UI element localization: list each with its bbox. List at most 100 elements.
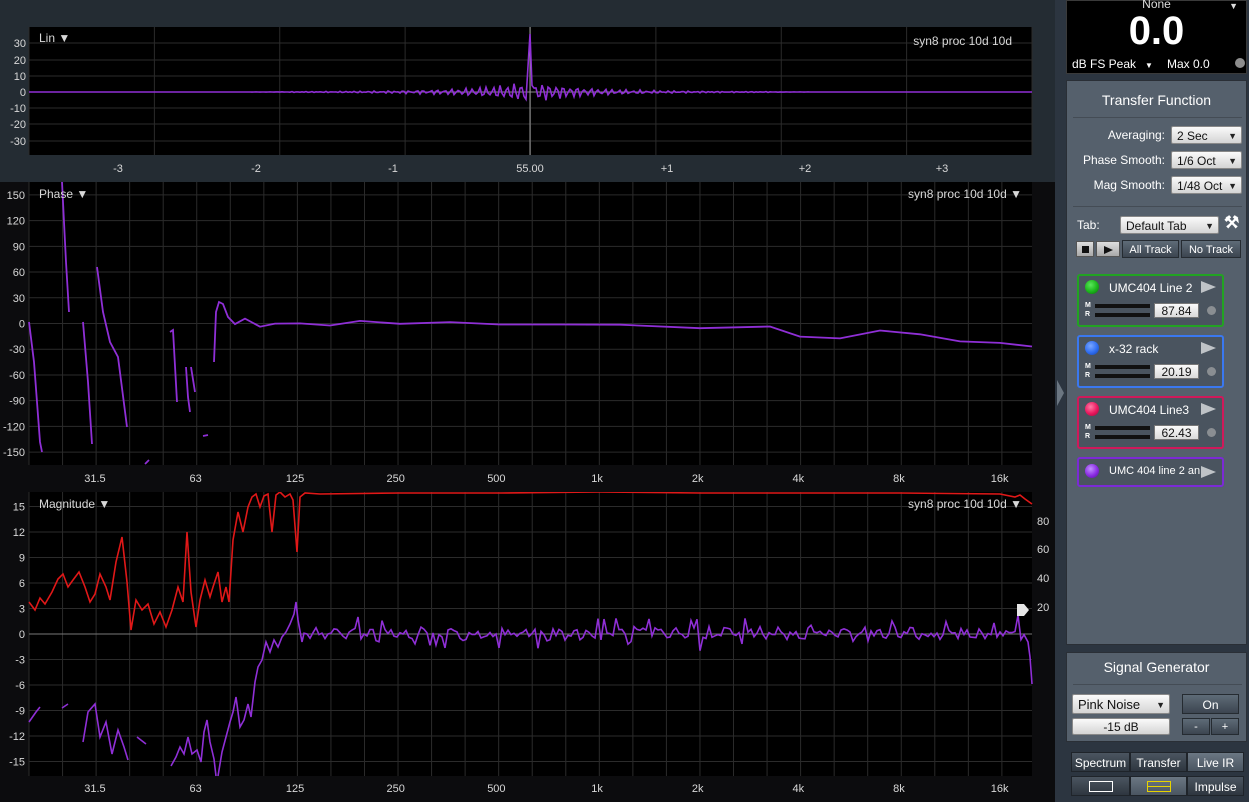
impulse-x-tick: -3 — [113, 163, 123, 175]
meter-mode-arrow-icon[interactable]: ▼ — [1145, 61, 1153, 70]
impulse-scale-label[interactable]: Lin ▼ — [39, 31, 70, 45]
play-button[interactable] — [1096, 241, 1120, 257]
play-icon[interactable] — [1201, 466, 1216, 478]
tab-label: Tab: — [1077, 218, 1100, 232]
signal-generator-title: Signal Generator — [1103, 659, 1210, 675]
phase-y-tick: 0 — [19, 319, 25, 331]
level-minus-button[interactable]: - — [1182, 718, 1210, 735]
track-color-indicator[interactable] — [1085, 402, 1099, 416]
phase-x-tick: 125 — [286, 473, 304, 485]
phase-smooth-value: 1/6 Oct — [1177, 154, 1216, 168]
magnitude-y-tick: 12 — [13, 527, 25, 539]
chevron-down-icon: ▼ — [1228, 156, 1237, 166]
track-name[interactable]: UMC404 Line3 — [1109, 403, 1189, 417]
track-delay-value[interactable]: 87.84 — [1154, 303, 1199, 318]
meter-m-label: M — [1085, 424, 1091, 431]
meter-r-label: R — [1085, 372, 1091, 379]
layout-single-button[interactable] — [1071, 776, 1130, 796]
tools-icon[interactable]: ⚒ — [1224, 213, 1239, 233]
impulse-x-tick: +3 — [936, 163, 949, 175]
phase-x-tick: 500 — [487, 473, 505, 485]
tab-live-ir[interactable]: Live IR — [1187, 752, 1244, 772]
coherence-y-tick: 20 — [1037, 602, 1049, 614]
magnitude-x-tick: 1k — [591, 783, 603, 795]
all-track-button[interactable]: All Track — [1122, 240, 1179, 258]
impulse-y-tick: 0 — [20, 87, 26, 99]
track-delay-value[interactable]: 20.19 — [1154, 364, 1199, 379]
generator-level-field[interactable]: -15 dB — [1072, 718, 1170, 735]
track-meter-r — [1095, 435, 1150, 439]
chevron-down-icon: ▼ — [1228, 181, 1237, 191]
magnitude-y-tick: 15 — [13, 501, 25, 513]
magnitude-x-tick: 16k — [991, 783, 1009, 795]
phase-graph[interactable]: 150 120 90 60 30 0 -30 -60 -90 -120 -150 31.5 63 125… — [0, 182, 1055, 492]
play-icon[interactable] — [1201, 403, 1216, 415]
tab-dropdown[interactable]: Default Tab ▼ — [1120, 216, 1219, 234]
track-led[interactable] — [1207, 367, 1216, 376]
phase-x-tick: 250 — [387, 473, 405, 485]
signal-type-dropdown[interactable]: Pink Noise ▼ — [1072, 694, 1170, 714]
impulse-x-tick: +2 — [799, 163, 812, 175]
tab-spectrum[interactable]: Spectrum — [1071, 752, 1130, 772]
transfer-function-title: Transfer Function — [1101, 92, 1212, 108]
meter-m-label: M — [1085, 363, 1091, 370]
sidebar-collapse-handle[interactable] — [1057, 380, 1065, 410]
track-item[interactable]: UMC404 Line 2 M R 87.84 — [1077, 274, 1224, 327]
magnitude-y-tick: -15 — [9, 757, 25, 769]
signal-generator-panel: Signal Generator Pink Noise ▼ On -15 dB -… — [1066, 652, 1247, 742]
meter-led — [1235, 58, 1245, 68]
play-icon — [1103, 246, 1113, 254]
mag-smooth-value: 1/48 Oct — [1177, 179, 1223, 193]
impulse-y-tick: -10 — [10, 103, 26, 115]
magnitude-graph[interactable]: 15129630-3-6-9-12-15 80604020 31.5 63 125 2… — [0, 492, 1055, 802]
track-name[interactable]: x-32 rack — [1109, 342, 1158, 356]
level-plus-button[interactable]: + — [1211, 718, 1239, 735]
magnitude-y-tick: 9 — [19, 552, 25, 564]
no-track-button[interactable]: No Track — [1181, 240, 1241, 258]
track-delay-value[interactable]: 62.43 — [1154, 425, 1199, 440]
tab-impulse[interactable]: Impulse — [1187, 776, 1244, 796]
magnitude-trace-name[interactable]: syn8 proc 10d 10d ▼ — [908, 497, 1022, 511]
play-icon[interactable] — [1201, 342, 1216, 354]
play-icon[interactable] — [1201, 281, 1216, 293]
meter-r-label: R — [1085, 311, 1091, 318]
phase-smooth-dropdown[interactable]: 1/6 Oct ▼ — [1171, 151, 1242, 169]
averaging-label: Averaging: — [1107, 128, 1165, 142]
track-meter-m — [1095, 365, 1150, 369]
track-color-indicator[interactable] — [1085, 280, 1099, 294]
stop-button[interactable] — [1076, 241, 1094, 257]
mag-smooth-dropdown[interactable]: 1/48 Oct ▼ — [1171, 176, 1242, 194]
track-color-indicator[interactable] — [1085, 341, 1099, 355]
magnitude-x-tick: 4k — [792, 783, 804, 795]
chevron-right-icon — [1057, 380, 1064, 406]
track-color-indicator[interactable] — [1085, 464, 1099, 478]
phase-x-tick: 31.5 — [84, 473, 105, 485]
track-name[interactable]: UMC 404 line 2 an... — [1109, 465, 1209, 477]
impulse-graph[interactable]: 30 20 10 0 -10 -20 -30 -3 -2 -1 55.00 +1 +2 +3 Lin ▼… — [0, 0, 1055, 182]
track-led[interactable] — [1207, 428, 1216, 437]
coherence-y-tick: 80 — [1037, 516, 1049, 528]
meter-m-label: M — [1085, 302, 1091, 309]
track-item[interactable]: x-32 rack M R 20.19 — [1077, 335, 1224, 388]
stop-icon — [1081, 246, 1089, 253]
generator-on-button[interactable]: On — [1182, 694, 1239, 714]
averaging-dropdown[interactable]: 2 Sec ▼ — [1171, 126, 1242, 144]
impulse-y-tick: -30 — [10, 136, 26, 148]
phase-y-tick: -30 — [9, 344, 25, 356]
track-item[interactable]: UMC 404 line 2 an... — [1077, 457, 1224, 487]
magnitude-x-tick: 125 — [286, 783, 304, 795]
single-pane-icon — [1088, 781, 1113, 792]
track-name[interactable]: UMC404 Line 2 — [1109, 281, 1192, 295]
impulse-y-tick: 10 — [14, 71, 26, 83]
phase-trace-name[interactable]: syn8 proc 10d 10d ▼ — [908, 187, 1022, 201]
meter-mode[interactable]: dB FS Peak — [1072, 57, 1136, 71]
layout-split-button[interactable] — [1130, 776, 1187, 796]
magnitude-label[interactable]: Magnitude ▼ — [39, 497, 110, 511]
track-item[interactable]: UMC404 Line3 M R 62.43 — [1077, 396, 1224, 449]
phase-label[interactable]: Phase ▼ — [39, 187, 88, 201]
track-led[interactable] — [1207, 306, 1216, 315]
phase-x-tick: 8k — [893, 473, 905, 485]
magnitude-x-tick: 63 — [189, 783, 201, 795]
impulse-x-tick: +1 — [661, 163, 674, 175]
tab-transfer[interactable]: Transfer — [1130, 752, 1187, 772]
